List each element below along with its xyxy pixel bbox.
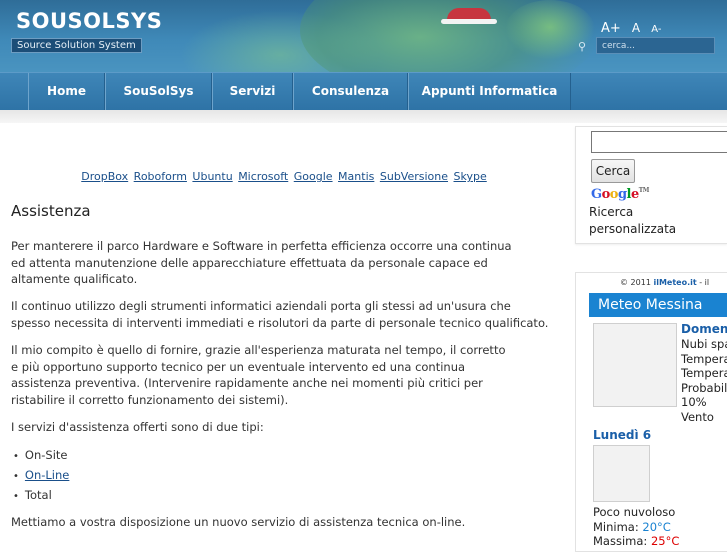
- meteo-credit-suffix: - il: [699, 278, 710, 287]
- custom-search-label: Ricerca personalizzata: [589, 205, 677, 236]
- day1-line: 10%: [681, 395, 707, 410]
- nav-item-servizi[interactable]: Servizi: [212, 73, 293, 110]
- tag-link-mantis[interactable]: Mantis: [338, 170, 374, 183]
- service-on-site: On-Site: [24, 448, 68, 462]
- google-search-input[interactable]: [591, 131, 727, 153]
- cerca-button[interactable]: Cerca: [591, 159, 635, 183]
- paragraph-line: Per manterere il parco Hardware e Softwa…: [11, 239, 512, 253]
- paragraph-line: altamente qualificato.: [11, 272, 138, 286]
- nav-item-home[interactable]: Home: [28, 73, 105, 110]
- article-paragraph: I servizi d'assistenza offerti sono di d…: [11, 419, 264, 436]
- day2-condition: Poco nuvoloso: [593, 505, 676, 519]
- paragraph-line: e più opportuno supporto tecnico per un …: [11, 359, 466, 374]
- weather-image: [593, 323, 677, 407]
- tag-link-subversione[interactable]: SubVersione: [380, 170, 448, 183]
- day1-line: Temperatura: [681, 351, 727, 366]
- service-total: Total: [24, 488, 52, 502]
- day2-name[interactable]: Lunedì 6: [593, 428, 651, 442]
- article-paragraph: Il continuo utilizzo degli strumenti inf…: [11, 298, 548, 331]
- tag-link-dropbox[interactable]: DropBox: [81, 170, 128, 183]
- list-item: On-Site: [11, 446, 69, 466]
- paragraph-line: Mettiamo a vostra disposizione un nuovo …: [11, 515, 466, 529]
- nav-shadow: [0, 110, 727, 123]
- article-paragraph: Il mio compito è quello di fornire, graz…: [11, 342, 506, 408]
- font-decrease-button[interactable]: A-: [651, 24, 661, 35]
- closing-paragraph: Mettiamo a vostra disposizione un nuovo …: [11, 514, 465, 531]
- paragraph-line: assistenza preventiva. (Intervenire rapi…: [11, 376, 483, 390]
- article-paragraph: Per manterere il parco Hardware e Softwa…: [11, 238, 512, 288]
- day1-line: Nubi sparse: [681, 337, 727, 351]
- article-title: Assistenza: [11, 202, 91, 220]
- services-list: On-Site On-Line Total: [11, 446, 69, 506]
- font-size-tools: A+ A A-: [601, 17, 667, 36]
- paragraph-line: Il mio compito è quello di fornire, graz…: [11, 343, 506, 357]
- site-title[interactable]: SOUSOLSYS: [16, 9, 162, 33]
- day2-max-value: 25°C: [650, 534, 680, 549]
- meteo-widget: © 2011 ilMeteo.it - il Meteo Messina Dom…: [575, 272, 727, 552]
- main-navigation: Home SouSolSys Servizi Consulenza Appunt…: [0, 72, 727, 110]
- day2-min: Minima: 20°C: [593, 520, 671, 535]
- service-on-line-link[interactable]: On-Line: [25, 468, 69, 482]
- tag-link-ubuntu[interactable]: Ubuntu: [192, 170, 232, 183]
- search-icon: ⚲: [578, 40, 587, 53]
- paragraph-line: spesso necessita di interventi immediati…: [11, 315, 549, 330]
- header-banner-art: [441, 19, 497, 24]
- tag-link-microsoft[interactable]: Microsoft: [238, 170, 288, 183]
- site-tagline: Source Solution System: [11, 38, 142, 53]
- day2-min-value: 20°C: [642, 519, 671, 534]
- day1-name[interactable]: Domenica: [681, 322, 727, 336]
- paragraph-line: ed attenta manutenzione delle apparecchi…: [11, 255, 488, 270]
- google-search-box: Cerca GoogleTM Ricerca personalizzata: [575, 126, 727, 244]
- tag-link-roboform[interactable]: Roboform: [134, 170, 187, 183]
- font-increase-button[interactable]: A+: [601, 21, 621, 36]
- day1-line: Temperatura: [681, 366, 727, 381]
- day2-max: Massima: 25°C: [593, 534, 679, 549]
- list-item: On-Line: [11, 466, 69, 486]
- tag-link-google[interactable]: Google: [294, 170, 333, 183]
- google-logo: GoogleTM: [591, 187, 649, 202]
- paragraph-line: Il continuo utilizzo degli strumenti inf…: [11, 299, 511, 313]
- meteo-credit: © 2011 ilMeteo.it - il: [620, 278, 709, 287]
- nav-item-appunti-informatica[interactable]: Appunti Informatica: [408, 73, 571, 110]
- tag-link-skype[interactable]: Skype: [454, 170, 487, 183]
- paragraph-line: ristabilire il corretto funzionamento de…: [11, 392, 289, 407]
- day1-line: Vento: [681, 410, 714, 424]
- meteo-credit-link[interactable]: ilMeteo.it: [653, 278, 696, 287]
- site-header: SOUSOLSYS Source Solution System A+ A A-…: [0, 0, 727, 72]
- paragraph-line: I servizi d'assistenza offerti sono di d…: [11, 420, 264, 434]
- nav-item-consulenza[interactable]: Consulenza: [293, 73, 408, 110]
- font-normal-button[interactable]: A: [632, 21, 640, 35]
- day2-max-label: Massima:: [593, 534, 648, 549]
- day1-line: Probabilità: [681, 380, 727, 395]
- meteo-title[interactable]: Meteo Messina: [589, 293, 727, 317]
- nav-item-sousolsys[interactable]: SouSolSys: [105, 73, 212, 110]
- weather-image: [593, 445, 650, 502]
- tag-links: DropBox Roboform Ubuntu Microsoft Google…: [0, 170, 568, 183]
- day2-min-label: Minima:: [593, 519, 639, 534]
- list-item: Total: [11, 486, 69, 506]
- search-input[interactable]: [596, 37, 715, 54]
- meteo-credit-prefix: © 2011: [620, 278, 651, 287]
